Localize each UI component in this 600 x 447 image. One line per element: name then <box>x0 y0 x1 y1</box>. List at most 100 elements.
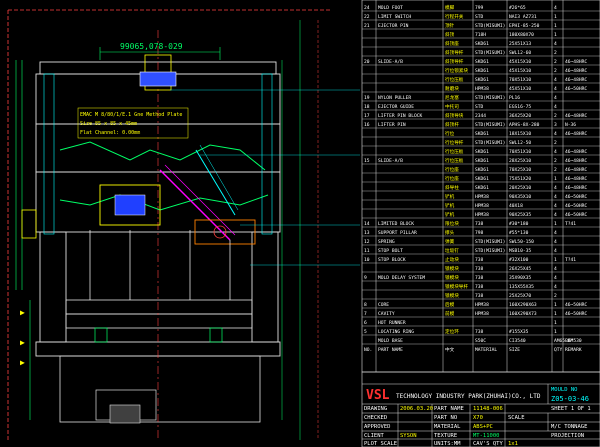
bom-cell-no: 8 <box>364 302 367 308</box>
bom-cell-no: 22 <box>364 14 370 20</box>
sheet-label: SHEET 1 OF 1 <box>551 406 591 412</box>
bom-cell-mat: SKD61 <box>475 176 489 182</box>
bom-cell-mat: HPM38 <box>475 203 489 209</box>
bom-cell-size: 40X18 <box>509 203 523 209</box>
bom-cell-size: 160X290X63 <box>509 302 537 308</box>
bom-cell-qty: 1 <box>554 302 557 308</box>
bom-cell-qty: 1 <box>554 257 557 263</box>
bom-cell-size: 26X25X45 <box>509 266 531 272</box>
bom-header-zh: 中文 <box>445 346 455 353</box>
bom-cell-zh: 后模 <box>445 301 455 308</box>
bom-cell-rem: 46~48HRC <box>565 68 587 74</box>
marker-arrow-1: ▶ <box>20 308 25 317</box>
mould-no-value: Z05-03-46 <box>551 395 589 403</box>
bom-cell-mat: 738 <box>475 284 484 290</box>
bom-cell-desc: SLIDE-A/B <box>378 158 403 164</box>
bom-cell-qty: 1 <box>554 14 557 20</box>
client-value: SYSON <box>400 433 417 439</box>
bom-cell-zh: 行位压板 <box>445 76 464 83</box>
bom-cell-size: NAI3 AZ731 <box>509 14 537 20</box>
bom-cell-zh: 模脚 <box>445 4 455 11</box>
bom-cell-mat: SKD61 <box>475 167 489 173</box>
bom-cell-size: 70X51X10 <box>509 77 531 83</box>
foot-block <box>109 404 141 424</box>
units-label: UNITS:MM <box>434 441 461 447</box>
bom-cell-rem: 46~48HRC <box>565 176 587 182</box>
bom-cell-mat: STD(MISUMI) <box>475 95 505 101</box>
bom-cell-rem: 46~48HRC <box>565 77 587 83</box>
bom-cell-qty: 2 <box>554 167 557 173</box>
bom-cell-no: 15 <box>364 158 370 164</box>
bom-cell-size: #55*130 <box>509 230 529 236</box>
bom-cell-size: 90X25X35 <box>509 212 531 218</box>
bom-cell-mat: STD <box>475 104 484 110</box>
bom-cell-zh: 锁模块 <box>445 265 459 272</box>
bom-cell-size: 135X55X35 <box>509 284 534 290</box>
bom-cell-size: 70X25X10 <box>509 167 531 173</box>
projection-label: PROJECTION <box>551 433 584 439</box>
bom-cell-size: 75X51X20 <box>509 176 531 182</box>
bom-cell-desc: LIMITED BLOCK <box>378 221 414 227</box>
bom-cell-desc: HOT RUNNER <box>378 320 406 326</box>
bom-cell-qty: 4 <box>554 239 557 245</box>
bom-cell-mat: S50C <box>475 338 486 344</box>
bom-cell-zh: 耐磨块 <box>445 85 459 92</box>
bom-cell-qty: 2 <box>554 140 557 146</box>
bom-cell-qty: 2 <box>554 293 557 299</box>
bom-cell-rem: T?41 <box>565 257 576 263</box>
bom-cell-mat: 2344 <box>475 113 486 119</box>
bom-cell-mat: 738 <box>475 266 484 272</box>
bom-cell-qty: 4 <box>554 194 557 200</box>
bom-cell-qty: 1 <box>554 32 557 38</box>
part-name-value: 11148-006 <box>473 406 503 412</box>
bom-cell-zh: 行程开关 <box>445 13 464 20</box>
bom-cell-no: 19 <box>364 95 370 101</box>
bom-cell-qty: 4 <box>554 230 557 236</box>
bom-cell-mat: 718H <box>475 32 486 38</box>
checked-label: CHECKED <box>364 415 387 421</box>
bom-cell-qty: 4 <box>554 41 557 47</box>
bom-cell-mat: HPM38 <box>475 302 489 308</box>
manifold-block <box>139 71 177 87</box>
bom-cell-mat: HPM38 <box>475 194 489 200</box>
bom-cell-size: 25X51X13 <box>509 41 531 47</box>
bom-cell-mat: SKD61 <box>475 149 489 155</box>
bom-cell-size: CI3540 <box>509 338 526 344</box>
bom-cell-rem: 46~48HRC <box>565 131 587 137</box>
bom-cell-desc: MOLD DELAY SYSTEM <box>378 275 425 281</box>
bom-cell-desc: EJECTOR GUIDE <box>378 104 414 110</box>
part-no-value: X70 <box>473 415 483 421</box>
bom-header-no: NO. <box>364 347 372 353</box>
bom-cell-rem: 46~50HRC <box>565 311 587 317</box>
bom-cell-size: 90X35X10 <box>509 194 531 200</box>
bom-cell-zh: 行位导杆 <box>445 139 464 146</box>
material-label: MATERIAL <box>434 424 461 430</box>
bom-cell-mat: SKD61 <box>475 59 489 65</box>
bom-cell-zh: 行位压板 <box>445 148 464 155</box>
bom-cell-desc: NYLON PULLER <box>378 95 411 101</box>
note-line-3: Flat Channel: 0.00mm <box>80 130 140 136</box>
bom-cell-desc: SLIDE-A/B <box>378 59 403 65</box>
bom-cell-rem: 46~48HRC <box>565 113 587 119</box>
bom-cell-zh: 垃圾钉 <box>445 247 459 254</box>
bom-cell-desc: MOLD BASE <box>378 338 403 344</box>
bom-cell-no: 14 <box>364 221 370 227</box>
part-name-label: PART NAME <box>434 406 464 412</box>
bom-cell-qty: 4 <box>554 77 557 83</box>
bom-cell-qty: 1 <box>554 311 557 317</box>
bom-cell-zh: 斜顶 <box>445 31 455 38</box>
bom-cell-mat: 738 <box>475 329 484 335</box>
approved-label: APPROVED <box>364 424 391 430</box>
bom-cell-size: 28X25X10 <box>509 158 531 164</box>
bom-cell-mat: STD(MISUMI) <box>475 122 505 128</box>
bom-cell-no: 24 <box>364 5 370 11</box>
bom-cell-no: 6 <box>364 320 367 326</box>
cad-drawing-canvas[interactable]: 99065,078-029 EMAC M 8/80/1/E.1 Gne Meth… <box>0 0 600 447</box>
note-line-2: Size 85 x 85 x 45mm <box>80 121 137 127</box>
bom-cell-rem: 46~48HRC <box>565 59 587 65</box>
part-no-label: PART NO <box>434 415 457 421</box>
bom-cell-zh: 顶针 <box>445 22 455 29</box>
bom-cell-desc: CORE <box>378 302 389 308</box>
bom-cell-desc: STOP BOLT <box>378 248 403 254</box>
bom-cell-mat: STD(MISUMI) <box>475 140 505 146</box>
